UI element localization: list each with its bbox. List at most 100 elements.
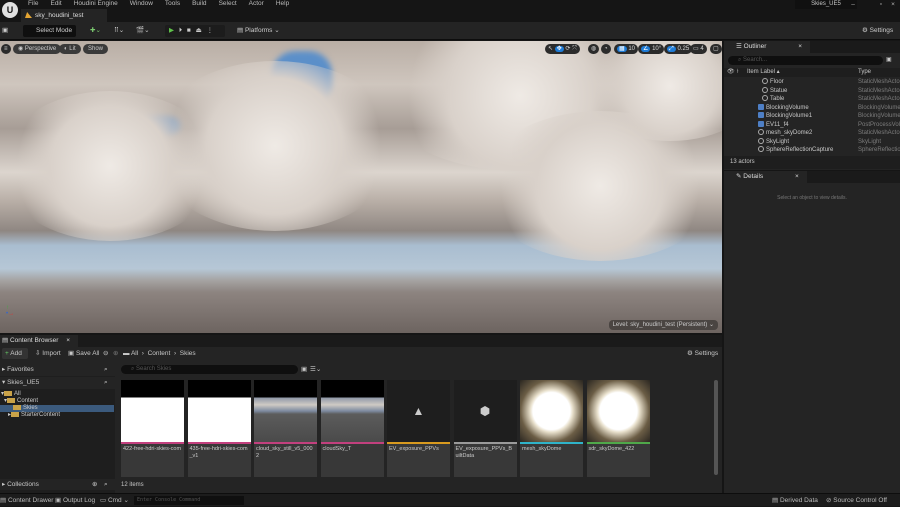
perspective-button[interactable]: ◉ Perspective	[13, 44, 62, 54]
asset-tile[interactable]: cloud_sky_still_v5_0002	[254, 380, 317, 477]
close-window-icon[interactable]: ×	[886, 0, 900, 10]
cmd-dropdown[interactable]: ▭ Cmd ⌄	[100, 494, 129, 507]
close-tab-icon[interactable]: ×	[66, 337, 70, 344]
rotation-snap-value[interactable]: 10°	[652, 46, 661, 52]
menu-build[interactable]: Build	[186, 0, 212, 8]
world-space-icon[interactable]: ◍	[588, 44, 600, 54]
close-tab-icon[interactable]: ×	[795, 173, 799, 180]
camera-speed-button[interactable]: ▭ 4	[690, 44, 707, 54]
visibility-icon[interactable]: 👁	[727, 68, 735, 77]
tree-item-content[interactable]: ▾ Content	[0, 398, 38, 405]
console-input[interactable]: Enter Console Command	[134, 496, 244, 505]
outliner-row[interactable]: Floor StaticMeshActor	[724, 78, 900, 87]
unreal-logo-icon[interactable]: U	[2, 2, 18, 18]
surface-snap-icon[interactable]: ◔	[601, 44, 611, 54]
stop-icon[interactable]: ■	[187, 27, 191, 34]
column-item-label[interactable]: Item Label ▴	[747, 68, 780, 77]
select-mode-dropdown[interactable]: Select Mode ⌄	[23, 25, 76, 46]
asset-scrollbar[interactable]	[714, 380, 718, 475]
viewport-menu-icon[interactable]: ≡	[1, 44, 11, 54]
project-section[interactable]: ▾ Skies_UE5 ⌕	[0, 377, 115, 389]
column-type[interactable]: Type	[858, 68, 871, 77]
menu-tools[interactable]: Tools	[159, 0, 186, 8]
lit-button[interactable]: ◐ Lit	[59, 44, 81, 54]
menu-edit[interactable]: Edit	[44, 0, 67, 8]
menu-file[interactable]: File	[22, 0, 44, 8]
breadcrumb-all[interactable]: All	[131, 350, 138, 357]
save-search-icon[interactable]: ▣	[301, 365, 307, 374]
filter-icon[interactable]: ☰⌄	[310, 365, 321, 374]
outliner-row[interactable]: EV11_f4 PostProcessVolume	[724, 120, 900, 130]
history-forward-icon[interactable]: ⊕	[113, 348, 118, 359]
outliner-row[interactable]: BlockingVolume1 BlockingVolume	[724, 112, 900, 121]
tree-item-skies[interactable]: Skies	[0, 405, 114, 412]
asset-tile[interactable]: ▲ EV_exposure_PPVs	[387, 380, 450, 477]
scale-snap-toggle[interactable]: ⤢ 0.25	[664, 44, 693, 54]
minimize-icon[interactable]: –	[846, 0, 860, 10]
collections-section[interactable]: ▸ Collections ⊕ ⌕	[0, 479, 115, 490]
menu-window[interactable]: Window	[124, 0, 159, 8]
asset-tile[interactable]: 422-free-hdri-skies-com	[121, 380, 184, 477]
play-icon[interactable]: ▶	[169, 27, 174, 34]
outliner-row[interactable]: BlockingVolume BlockingVolume	[724, 103, 900, 113]
output-log-button[interactable]: ▣ Output Log	[55, 494, 95, 507]
scale-snap-value[interactable]: 0.25	[677, 46, 689, 52]
level-viewport[interactable]: ≡ ◉ Perspective ◐ Lit Show ↖ ✥ ⟳ ⤧ ◍ ◔ ▦…	[0, 41, 722, 333]
outliner-row[interactable]: SkyLight SkyLight	[724, 137, 900, 147]
asset-tile[interactable]: 435-free-hdri-skies-com_v1	[187, 380, 251, 477]
grid-snap-toggle[interactable]: ▦ 10	[614, 44, 639, 54]
import-button[interactable]: ⇩ Import	[35, 348, 61, 359]
menu-select[interactable]: Select	[213, 0, 243, 8]
add-folder-icon[interactable]: ▣	[886, 56, 892, 63]
eject-icon[interactable]: ⏏	[196, 27, 202, 34]
add-collection-icon[interactable]: ⊕	[92, 479, 97, 490]
menu-actor[interactable]: Actor	[243, 0, 270, 8]
content-browser-tab[interactable]: ▤ Content Browser ×	[0, 335, 78, 347]
cinematics-icon[interactable]: 🎬⌄	[136, 25, 150, 37]
add-button[interactable]: + Add	[2, 348, 28, 359]
grid-snap-value[interactable]: 10	[628, 46, 635, 52]
pin-icon[interactable]: ⍿	[737, 68, 739, 77]
content-drawer-button[interactable]: ▤ Content Drawer	[0, 494, 53, 507]
maximize-viewport-icon[interactable]: ▢	[710, 44, 722, 54]
cb-settings-button[interactable]: ⚙ Settings	[687, 348, 718, 359]
search-icon[interactable]: ⌕	[104, 479, 108, 490]
select-tool-icon[interactable]: ↖	[548, 46, 553, 52]
derived-data-button[interactable]: ▤ Derived Data	[772, 494, 818, 507]
asset-tile[interactable]: ⬢ EV_exposure_PPVs_BuiltData	[453, 380, 517, 477]
level-indicator[interactable]: Level: sky_houdini_test (Persistent) ⌄	[608, 320, 718, 330]
breadcrumb-content[interactable]: Content	[148, 350, 171, 357]
step-icon[interactable]: ⏵	[179, 27, 182, 34]
menu-help[interactable]: Help	[270, 0, 295, 8]
rotation-snap-toggle[interactable]: ∠ 10°	[638, 44, 665, 54]
history-back-icon[interactable]: ⊖	[103, 348, 108, 359]
details-tab[interactable]: ✎ Details ×	[724, 171, 807, 183]
outliner-row[interactable]: Table StaticMeshActor	[724, 95, 900, 104]
translate-tool-icon[interactable]: ✥	[554, 46, 564, 52]
outliner-row[interactable]: Statue StaticMeshActor	[724, 86, 900, 96]
scale-tool-icon[interactable]: ⤧	[572, 46, 577, 52]
tree-item-all[interactable]: ▾ All	[0, 391, 21, 398]
asset-tile[interactable]: mesh_skyDome	[520, 380, 583, 477]
source-control-button[interactable]: ⊘ Source Control Off	[826, 494, 887, 507]
add-actor-icon[interactable]: ✚⌄	[90, 25, 101, 37]
asset-tile[interactable]: cloudSky_T	[320, 380, 384, 477]
outliner-tab[interactable]: ☰ Outliner ×	[724, 41, 811, 53]
show-button[interactable]: Show	[83, 44, 109, 54]
blueprint-icon[interactable]: ⠿⌄	[114, 25, 124, 37]
settings-dropdown[interactable]: ⚙ Settings	[862, 25, 893, 37]
search-icon[interactable]: ⌕	[104, 364, 108, 376]
menu-houdini-engine[interactable]: Houdini Engine	[68, 0, 124, 8]
favorites-section[interactable]: ▸ Favorites ⌕	[0, 364, 115, 376]
outliner-row[interactable]: mesh_skyDome2 StaticMeshActor	[724, 129, 900, 138]
asset-search-input[interactable]: ⌕ Search Skies	[121, 365, 298, 374]
level-document-tab[interactable]: sky_houdini_test	[21, 9, 107, 22]
save-all-button[interactable]: ▣ Save All	[68, 348, 99, 359]
breadcrumb-skies[interactable]: Skies	[180, 350, 196, 357]
tree-item-startercontent[interactable]: ▸ StarterContent	[0, 412, 60, 419]
asset-tile[interactable]: sdr_skyDome_422	[586, 380, 650, 477]
save-icon[interactable]: ▣	[2, 25, 8, 37]
rotate-tool-icon[interactable]: ⟳	[565, 46, 570, 52]
close-tab-icon[interactable]: ×	[798, 43, 802, 50]
more-options-icon[interactable]: ⋮	[207, 27, 214, 34]
